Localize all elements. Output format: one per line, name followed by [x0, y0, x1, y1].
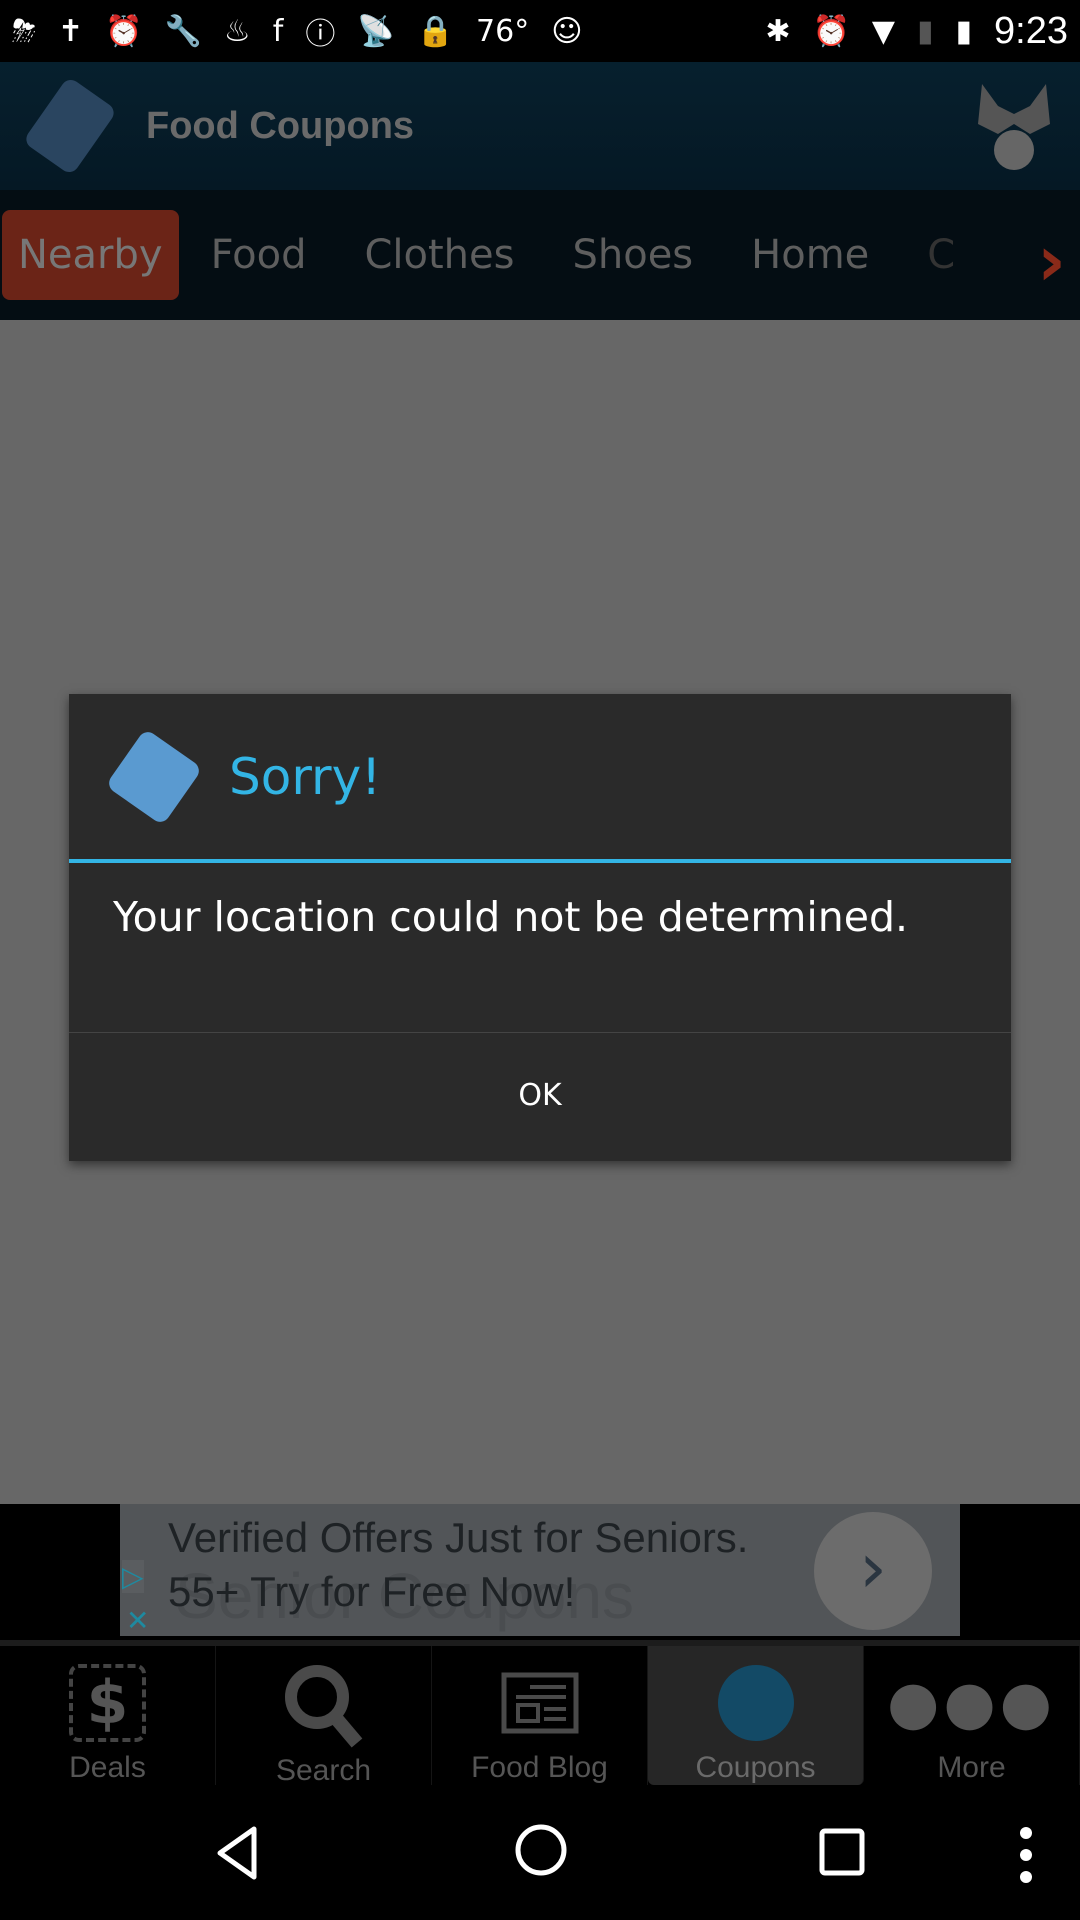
ad-line-1: Verified Offers Just for Seniors. — [168, 1514, 749, 1561]
lock-icon: 🔒 — [416, 13, 455, 49]
nav-label: Search — [275, 1754, 372, 1787]
android-icon: ☺ — [551, 13, 583, 49]
globe-icon — [717, 1660, 794, 1745]
bible-icon: ✝ — [58, 13, 84, 49]
recents-icon[interactable] — [818, 1827, 868, 1877]
satellite-icon: 📡 — [357, 13, 395, 49]
nav-label: Food Blog — [471, 1751, 608, 1784]
ad-banner[interactable]: Senior Coupons Verified Offers Just for … — [120, 1504, 960, 1636]
facebook-icon: f — [272, 13, 284, 49]
alarm-icon: ⏰ — [105, 13, 143, 49]
dialog-message: Your location could not be determined. — [69, 863, 1011, 1033]
info-icon: ⓘ — [305, 17, 336, 52]
more-icon: ●●● — [886, 1667, 1057, 1738]
bottom-nav: $ Deals Search Food Blog Coupons ●●● Mor… — [0, 1640, 1080, 1787]
status-bar: ⛈ ✝ ⏰ 🔧 ♨ f ⓘ 📡 🔒 76° ☺ ✱ ⏰ ▼ ▮ ▮ 9:23 — [0, 0, 1080, 62]
nav-deals[interactable]: $ Deals — [0, 1646, 216, 1785]
nav-label: Coupons — [695, 1751, 816, 1784]
app-logo-icon — [22, 76, 118, 176]
tab-more-partial[interactable]: C — [927, 232, 955, 278]
ad-arrow-button[interactable]: › — [814, 1512, 932, 1630]
bluetooth-icon: ✱ — [765, 13, 791, 49]
tab-home[interactable]: Home — [751, 232, 869, 278]
alarm-icon: ⏰ — [812, 13, 850, 49]
nav-label: More — [937, 1751, 1006, 1784]
tab-food[interactable]: Food — [211, 232, 307, 278]
adchoices-icon[interactable]: ▷ — [122, 1560, 144, 1593]
overflow-menu-icon[interactable] — [1016, 1825, 1036, 1885]
ok-button[interactable]: OK — [69, 1033, 1011, 1157]
dialog-header: Sorry! — [69, 694, 1011, 863]
no-sim-icon: ▮ — [917, 13, 934, 49]
newspaper-icon — [500, 1660, 580, 1745]
chevron-right-icon[interactable]: › — [1037, 220, 1066, 302]
battery-icon: ▮ — [955, 13, 973, 49]
tab-shoes[interactable]: Shoes — [572, 232, 693, 278]
nav-coupons[interactable]: Coupons — [648, 1646, 864, 1785]
nav-more[interactable]: ●●● More — [864, 1646, 1080, 1785]
tab-clothes[interactable]: Clothes — [364, 232, 514, 278]
food-tag-icon — [105, 727, 203, 826]
system-nav-bar — [0, 1785, 1080, 1920]
nav-search[interactable]: Search — [216, 1646, 432, 1787]
category-tabs: Nearby Food Clothes Shoes Home C › — [0, 190, 1080, 320]
temperature: 76° — [476, 13, 530, 49]
nav-food-blog[interactable]: Food Blog — [432, 1646, 648, 1785]
ad-line-2: 55+ Try for Free Now! — [168, 1568, 576, 1615]
dollar-icon: $ — [68, 1660, 147, 1745]
home-icon[interactable] — [514, 1823, 568, 1877]
tab-nearby[interactable]: Nearby — [2, 210, 179, 300]
dialog-title: Sorry! — [229, 747, 382, 806]
wrench-icon: 🔧 — [164, 13, 202, 49]
wifi-icon: ▼ — [871, 13, 895, 49]
flame-icon: ♨ — [223, 13, 251, 49]
weather-icon: ⛈ — [12, 13, 36, 49]
nav-label: Deals — [69, 1751, 146, 1784]
error-dialog: Sorry! Your location could not be determ… — [69, 694, 1011, 1161]
clock: 9:23 — [994, 9, 1068, 52]
app-title: Food Coupons — [146, 104, 415, 147]
award-icon[interactable] — [978, 84, 1050, 174]
back-icon[interactable] — [214, 1825, 262, 1881]
close-icon[interactable]: ✕ — [126, 1604, 149, 1636]
app-header: Food Coupons — [0, 62, 1080, 190]
search-icon — [279, 1660, 369, 1748]
